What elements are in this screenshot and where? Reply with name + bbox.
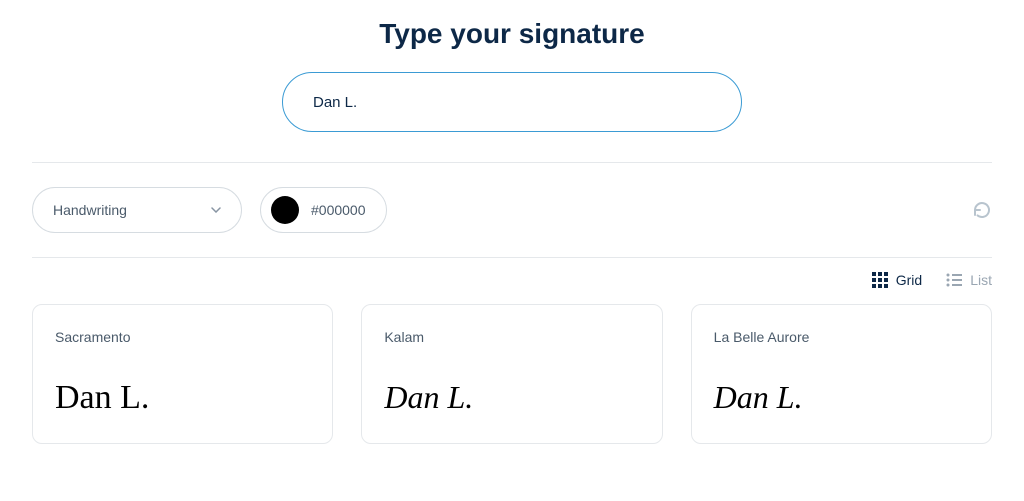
font-name-label: La Belle Aurore bbox=[714, 329, 969, 345]
color-swatch bbox=[271, 196, 299, 224]
font-cards-row: Sacramento Dan L. Kalam Dan L. La Belle … bbox=[0, 304, 1024, 444]
grid-label: Grid bbox=[896, 272, 922, 288]
grid-icon bbox=[872, 272, 888, 288]
chevron-down-icon bbox=[211, 207, 221, 213]
signature-input[interactable] bbox=[282, 72, 742, 132]
signature-preview: Dan L. bbox=[55, 381, 310, 415]
font-name-label: Sacramento bbox=[55, 329, 310, 345]
list-label: List bbox=[970, 272, 992, 288]
signature-preview: Dan L. bbox=[384, 381, 639, 413]
font-name-label: Kalam bbox=[384, 329, 639, 345]
color-hex-value: #000000 bbox=[311, 202, 366, 218]
signature-input-wrapper bbox=[0, 72, 1024, 162]
font-card-kalam[interactable]: Kalam Dan L. bbox=[361, 304, 662, 444]
page-title: Type your signature bbox=[0, 0, 1024, 72]
reset-icon bbox=[972, 200, 992, 220]
signature-preview: Dan L. bbox=[714, 381, 969, 413]
view-grid-button[interactable]: Grid bbox=[872, 272, 922, 288]
dropdown-label: Handwriting bbox=[53, 202, 127, 218]
font-card-labelle[interactable]: La Belle Aurore Dan L. bbox=[691, 304, 992, 444]
color-picker[interactable]: #000000 bbox=[260, 187, 387, 233]
reset-button[interactable] bbox=[972, 200, 992, 220]
list-icon bbox=[946, 272, 962, 288]
view-toggle: Grid List bbox=[0, 258, 1024, 304]
view-list-button[interactable]: List bbox=[946, 272, 992, 288]
font-category-dropdown[interactable]: Handwriting bbox=[32, 187, 242, 233]
controls-row: Handwriting #000000 bbox=[0, 163, 1024, 257]
font-card-sacramento[interactable]: Sacramento Dan L. bbox=[32, 304, 333, 444]
